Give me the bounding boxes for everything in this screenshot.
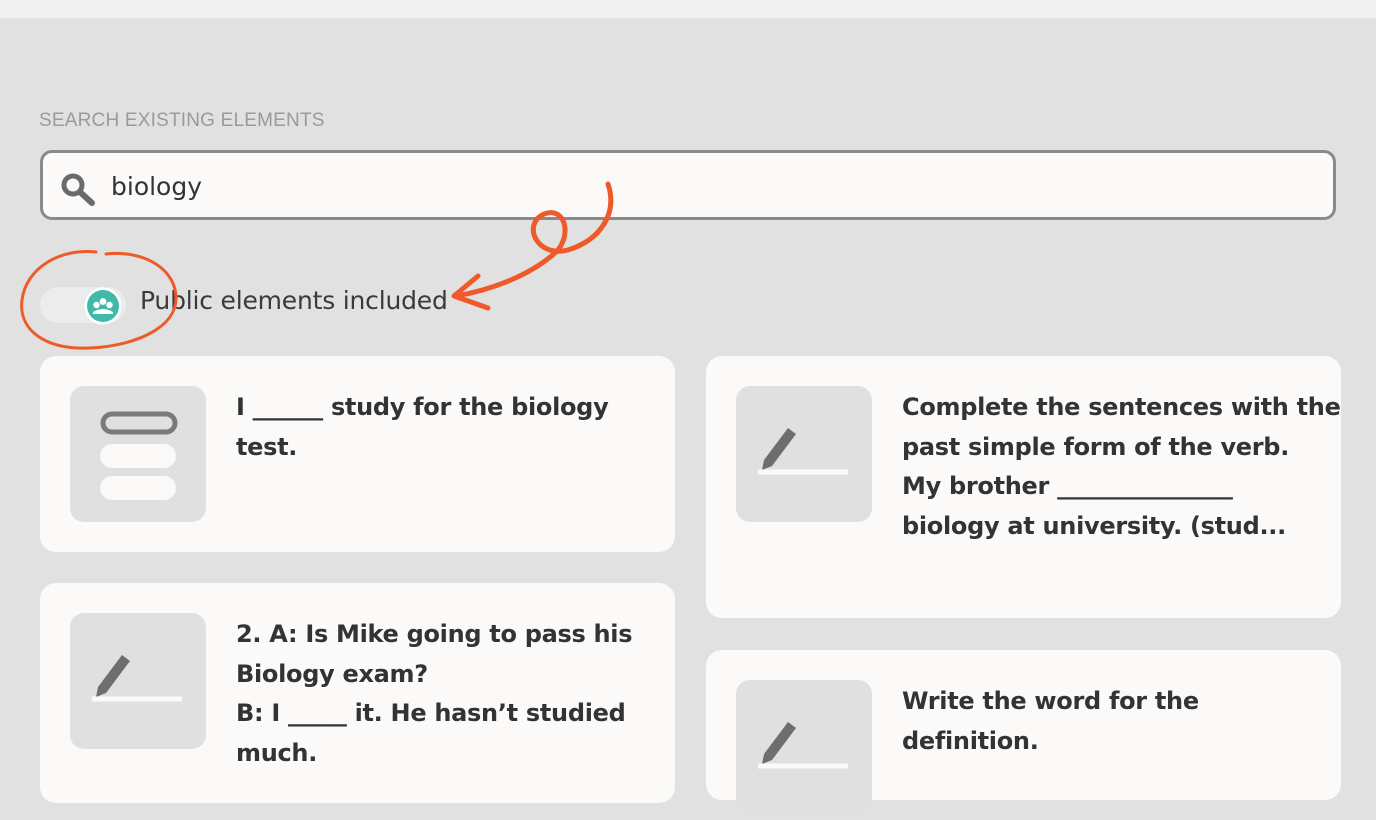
result-card[interactable]: 2. A: Is Mike going to pass his Biology … xyxy=(40,583,675,803)
result-card-text: I ______ study for the biology test. xyxy=(236,393,609,461)
annotation-arrowhead xyxy=(451,273,491,311)
search-icon xyxy=(59,171,97,207)
result-card[interactable]: I ______ study for the biology test. xyxy=(40,356,675,552)
pencil-icon xyxy=(736,680,872,816)
search-box[interactable] xyxy=(40,150,1336,220)
public-elements-label: Public elements included xyxy=(140,286,448,315)
search-input[interactable] xyxy=(111,165,1291,207)
choice-icon xyxy=(70,386,206,522)
public-elements-toggle[interactable] xyxy=(40,283,130,325)
search-section-label: SEARCH EXISTING ELEMENTS xyxy=(39,110,325,131)
result-card-text: Write the word for the definition. xyxy=(902,687,1199,755)
community-icon[interactable] xyxy=(84,287,122,325)
result-card-text: Complete the sentences with the past sim… xyxy=(902,393,1341,540)
result-card-text: 2. A: Is Mike going to pass his Biology … xyxy=(236,620,633,767)
result-card[interactable]: Complete the sentences with the past sim… xyxy=(706,356,1341,618)
pencil-icon xyxy=(736,386,872,522)
pencil-icon xyxy=(70,613,206,749)
top-bar xyxy=(0,0,1376,18)
result-card[interactable]: Write the word for the definition. xyxy=(706,650,1341,816)
